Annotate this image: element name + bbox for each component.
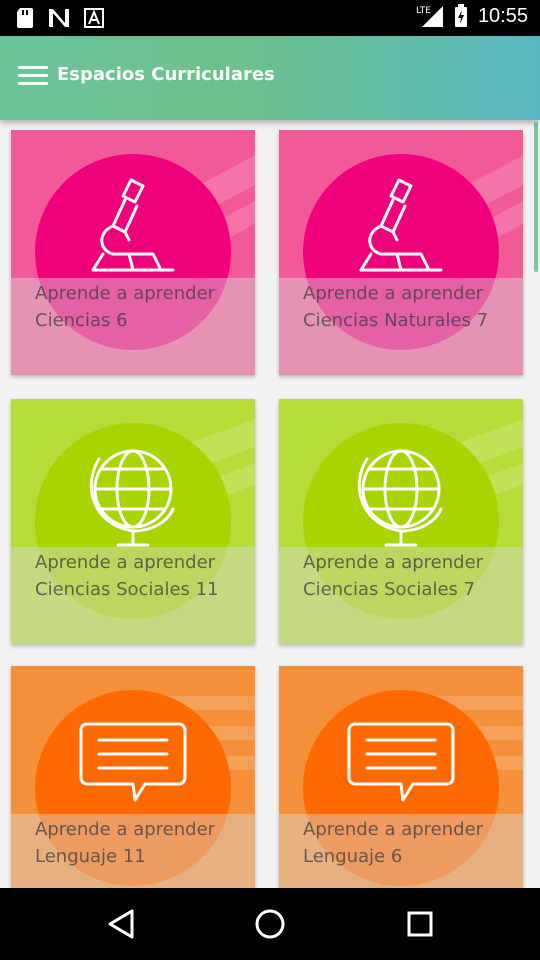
course-card[interactable]: Aprende a aprender Ciencias Sociales 7: [279, 399, 523, 644]
course-card[interactable]: Aprende a aprender Ciencias Sociales 11: [11, 399, 255, 644]
scrollbar[interactable]: [534, 122, 538, 272]
back-triangle-icon[interactable]: [102, 906, 142, 942]
course-label: Aprende a aprender Lenguaje 11: [11, 814, 255, 888]
course-card[interactable]: Aprende a aprender Ciencias Naturales 7: [279, 130, 523, 375]
speech-bubble-icon: [347, 722, 455, 802]
clock: 10:55: [477, 4, 528, 27]
n-app-icon: [49, 9, 69, 27]
navigation-bar: [0, 888, 540, 960]
lte-label: LTE: [416, 6, 431, 16]
course-label: Aprende a aprender Lenguaje 6: [279, 814, 523, 888]
course-card[interactable]: Aprende a aprender Lenguaje 6: [279, 666, 523, 888]
globe-icon: [357, 449, 443, 547]
course-label: Aprende a aprender Ciencias Naturales 7: [279, 278, 523, 375]
course-title: Aprende a aprender Ciencias Sociales 11: [35, 552, 219, 600]
course-title: Aprende a aprender Ciencias Sociales 7: [303, 552, 484, 600]
course-title: Aprende a aprender Lenguaje 11: [35, 819, 216, 867]
a-app-icon: [84, 8, 104, 28]
sd-card-icon: [17, 8, 33, 28]
recents-square-icon[interactable]: [400, 906, 440, 942]
microscope-icon: [359, 178, 443, 272]
course-label: Aprende a aprender Ciencias 6: [11, 278, 255, 375]
course-title: Aprende a aprender Ciencias Naturales 7: [303, 283, 489, 331]
course-title: Aprende a aprender Ciencias 6: [35, 283, 216, 331]
course-card[interactable]: Aprende a aprender Ciencias 6: [11, 130, 255, 375]
globe-icon: [89, 449, 175, 547]
course-grid[interactable]: Aprende a aprender Ciencias 6 Aprende a …: [0, 120, 540, 888]
page-title: Espacios Curriculares: [57, 64, 275, 85]
course-label: Aprende a aprender Ciencias Sociales 11: [11, 547, 255, 644]
course-label: Aprende a aprender Ciencias Sociales 7: [279, 547, 523, 644]
hamburger-menu-icon[interactable]: [18, 66, 48, 90]
app-bar: Espacios Curriculares: [0, 36, 540, 120]
speech-bubble-icon: [79, 722, 187, 802]
battery-charging-icon: [454, 4, 467, 27]
lte-signal-icon: LTE: [416, 6, 443, 27]
home-circle-icon[interactable]: [250, 906, 290, 942]
course-title: Aprende a aprender Lenguaje 6: [303, 819, 484, 867]
course-card[interactable]: Aprende a aprender Lenguaje 11: [11, 666, 255, 888]
microscope-icon: [91, 178, 175, 272]
status-bar: LTE 10:55: [0, 0, 540, 36]
